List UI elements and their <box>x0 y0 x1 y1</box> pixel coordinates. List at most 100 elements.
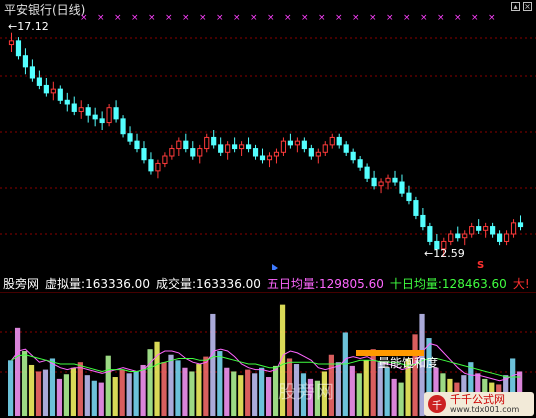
candle-body <box>120 118 126 135</box>
big-volume-flag: 大! <box>512 276 530 291</box>
low-arrow: ← <box>424 247 434 260</box>
candle-body <box>169 148 175 157</box>
candle-body <box>176 140 182 150</box>
volume-bar <box>49 358 56 416</box>
candle-body <box>148 159 154 172</box>
candle-body <box>385 177 391 183</box>
signal-mark: × <box>267 13 275 23</box>
signal-mark: × <box>233 13 241 23</box>
signal-mark: × <box>420 13 428 23</box>
candle-body <box>469 226 475 235</box>
ma10-volume-label: 十日均量:128463.60 <box>389 276 507 291</box>
site-watermark: 千 千千公式网 www.tdx001.com <box>424 392 534 416</box>
candle-body <box>329 136 335 146</box>
signal-mark: × <box>182 13 190 23</box>
volume-bar <box>189 371 195 416</box>
signal-mark: × <box>318 13 326 23</box>
virtual-volume-value: 163336.00 <box>85 276 150 291</box>
volume-bar <box>161 362 167 416</box>
candle-body <box>399 181 405 194</box>
volume-bar <box>126 373 132 416</box>
candle-body <box>280 140 287 153</box>
volume-bar <box>21 351 28 416</box>
volume-bar <box>42 369 49 416</box>
volume-bar <box>8 360 14 416</box>
candle-body <box>15 40 22 57</box>
cursor-marker <box>272 264 278 270</box>
candle-body <box>64 99 70 105</box>
candle-body <box>483 226 489 231</box>
volume-bar <box>224 367 230 416</box>
candle-body <box>71 103 77 112</box>
candle-body <box>413 200 419 216</box>
candle-body <box>517 222 524 228</box>
volume-bar <box>398 382 404 416</box>
volume-bar <box>363 360 369 416</box>
candle-body <box>218 144 224 153</box>
volume-bar <box>133 371 139 416</box>
volume-bar <box>168 354 174 416</box>
volume-bar <box>182 367 188 416</box>
candle-body <box>232 144 238 150</box>
candle-body <box>183 140 189 150</box>
signal-mark: × <box>199 13 207 23</box>
close-icon[interactable]: × <box>523 2 532 11</box>
candle-body <box>134 140 140 150</box>
candle-body <box>8 40 15 46</box>
candle-body <box>357 159 363 168</box>
candle-body <box>106 107 112 124</box>
candle-body <box>378 181 384 187</box>
volume-value: 163336.00 <box>196 276 261 291</box>
volume-bar <box>252 373 258 416</box>
candle-body <box>301 140 307 150</box>
site-title: 千千公式网 <box>450 393 505 406</box>
volume-bar <box>77 362 83 416</box>
watermark-text: 股旁网 <box>278 382 335 403</box>
signal-mark: × <box>165 13 173 23</box>
volume-bar <box>175 360 181 416</box>
price-chart[interactable]: × × × × × × × × × × × × × × × × × × × × × × × × × <box>0 12 536 270</box>
candle-body <box>266 155 273 161</box>
volume-bar <box>259 367 265 416</box>
candle-body <box>476 226 482 231</box>
high-price-label: ←17.12 <box>8 20 49 33</box>
volume-bar <box>35 371 42 416</box>
candle-body <box>239 144 245 150</box>
volume-bar <box>105 355 111 416</box>
minimize-icon[interactable]: ▴ <box>511 2 520 11</box>
volume-bar <box>356 373 362 416</box>
candle-body <box>43 84 49 94</box>
signal-mark: × <box>454 13 462 23</box>
signal-mark: × <box>437 13 445 23</box>
candle-body <box>57 88 63 101</box>
volume-bar <box>210 313 216 416</box>
candle-body <box>211 136 217 146</box>
high-price-value: 17.12 <box>17 20 49 33</box>
candle-body <box>245 144 252 150</box>
signal-mark: × <box>216 13 224 23</box>
candle-body <box>364 166 370 179</box>
signal-mark: × <box>471 13 479 23</box>
volume-bar <box>384 367 390 416</box>
ma5-volume-value: 129805.60 <box>318 276 384 291</box>
candle-body <box>315 151 321 157</box>
signal-mark: × <box>335 13 343 23</box>
ma5-volume-label: 五日均量:129805.60 <box>266 276 384 291</box>
candle-body <box>29 66 35 79</box>
candle-body <box>141 148 147 161</box>
candle-body <box>371 177 377 187</box>
signal-mark: × <box>301 13 309 23</box>
candle-body <box>99 118 105 124</box>
site-url: www.tdx001.com <box>450 405 520 414</box>
signal-mark: × <box>488 13 496 23</box>
volume-bar <box>98 382 104 416</box>
low-price-value: 12.59 <box>433 247 465 260</box>
signal-mark: × <box>114 13 122 23</box>
volume-bar <box>203 356 209 416</box>
volume-bar <box>14 327 21 416</box>
candle-body <box>350 151 356 161</box>
signal-mark: × <box>284 13 292 23</box>
candle-body <box>273 151 280 157</box>
candle-body <box>308 148 314 157</box>
candle-body <box>85 107 91 116</box>
